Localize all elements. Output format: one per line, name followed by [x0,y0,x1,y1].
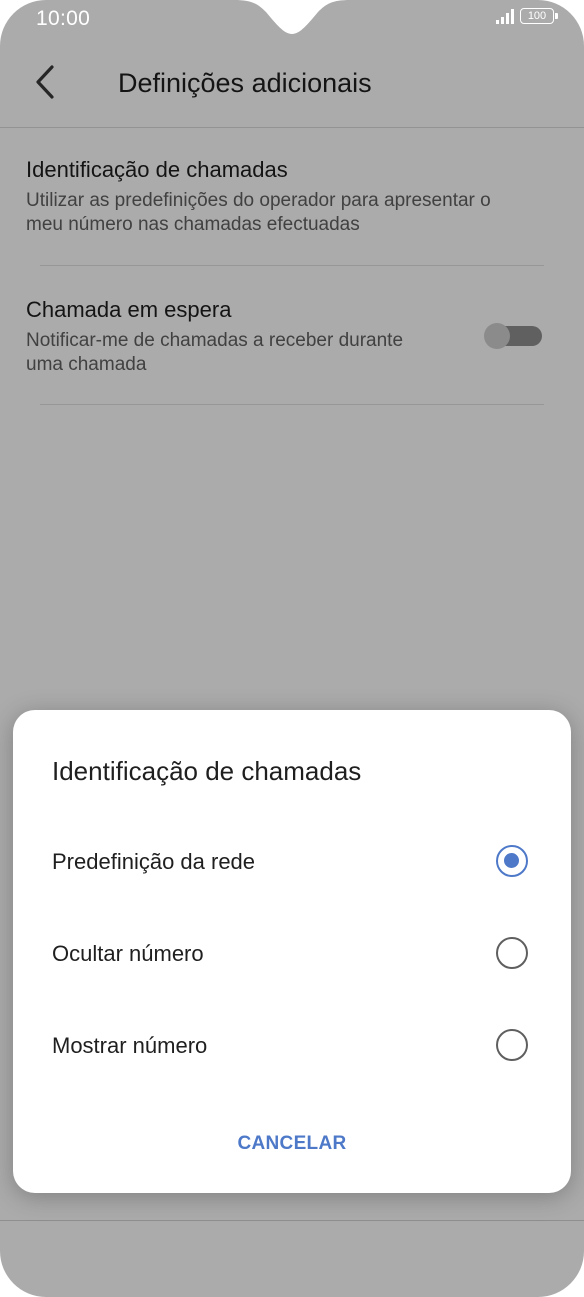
setting-subtitle-line: Notificar-me de chamadas a receber duran… [26,330,404,351]
app-bar-divider [0,127,584,128]
setting-title: Chamada em espera [26,297,232,322]
nav-back-button[interactable] [126,1240,166,1280]
setting-subtitle: Utilizar as predefinições do operador pa… [26,189,546,237]
back-arrow-icon [36,65,54,99]
nav-menu-icon [425,1250,451,1270]
cancel-button[interactable]: CANCELAR [217,1126,367,1162]
nav-divider [0,1220,584,1221]
nav-home-button[interactable] [272,1240,312,1280]
navigation-bar [0,1220,584,1297]
battery-icon: 100 [520,8,558,24]
page-title: Definições adicionais [118,68,372,98]
call-waiting-toggle[interactable] [484,323,542,349]
signal-icon [496,8,514,24]
setting-subtitle-line: Utilizar as predefinições do operador pa… [26,190,491,211]
radio-unselected-icon[interactable] [496,1029,528,1061]
setting-subtitle-line: uma chamada [26,354,147,375]
app-bar: Definições adicionais [0,40,584,126]
row-divider [40,404,544,405]
option-show-number[interactable]: Mostrar número [13,1011,571,1081]
status-time: 10:00 [36,7,91,30]
dialog-title: Identificação de chamadas [52,756,362,786]
phone-screen: 10:00 100 Definições adicionais Identifi… [0,0,584,1297]
caller-id-dialog: Identificação de chamadas Predefinição d… [13,710,571,1193]
nav-menu-button[interactable] [418,1240,458,1280]
option-network-default[interactable]: Predefinição da rede [13,827,571,897]
option-hide-number[interactable]: Ocultar número [13,919,571,989]
back-button[interactable] [30,62,64,102]
option-label: Mostrar número [52,1033,208,1058]
toggle-knob [484,323,510,349]
battery-level: 100 [527,9,547,22]
nav-back-icon [137,1246,153,1274]
setting-subtitle: Notificar-me de chamadas a receber duran… [26,329,466,377]
option-label: Ocultar número [52,941,204,966]
row-divider [40,265,544,266]
setting-caller-id[interactable]: Identificação de chamadas Utilizar as pr… [26,156,546,237]
radio-selected-icon[interactable] [496,845,528,877]
status-bar: 10:00 100 [0,0,584,40]
radio-unselected-icon[interactable] [496,937,528,969]
option-label: Predefinição da rede [52,849,256,874]
nav-home-icon [279,1247,305,1273]
status-icons: 100 [496,8,558,24]
setting-call-waiting[interactable]: Chamada em espera Notificar-me de chamad… [26,296,466,377]
setting-subtitle-line: meu número nas chamadas efectuadas [26,214,360,235]
setting-title: Identificação de chamadas [26,157,288,182]
